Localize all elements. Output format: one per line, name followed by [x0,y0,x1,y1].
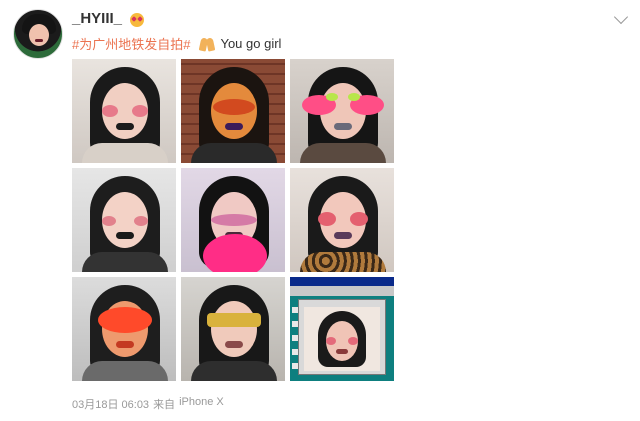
post-text: #为广州地铁发自拍# You go girl [72,34,281,53]
username-row: _HYIII_ [72,10,145,27]
folded-hands-emoji-icon [199,36,216,52]
photo-thumbnail-4[interactable] [72,168,176,272]
weibo-post: _HYIII_ #为广州地铁发自拍# You go girl 03月18日 06… [0,0,640,421]
photo-thumbnail-5[interactable] [181,168,285,272]
photo-thumbnail-2[interactable] [181,59,285,163]
hashtag-link[interactable]: #为广州地铁发自拍# [72,34,190,53]
photo-thumbnail-1[interactable] [72,59,176,163]
photo-grid [72,59,394,381]
post-timestamp[interactable]: 03月18日 06:03 [72,396,149,412]
photo-thumbnail-6[interactable] [290,168,394,272]
heart-eyes-emoji-icon [130,12,145,27]
photo-thumbnail-8[interactable] [181,277,285,381]
post-body-text: You go girl [220,36,282,51]
avatar[interactable] [13,9,63,59]
post-source: iPhone X [179,396,224,408]
chevron-down-icon[interactable] [613,9,629,25]
photo-thumbnail-3[interactable] [290,59,394,163]
photo-thumbnail-9[interactable] [290,277,394,381]
source-prefix: 来自 [153,399,176,411]
post-meta: 03月18日 06:03 来自 iPhone X [72,396,224,412]
photo-thumbnail-7[interactable] [72,277,176,381]
username-link[interactable]: _HYIII_ [72,10,122,27]
